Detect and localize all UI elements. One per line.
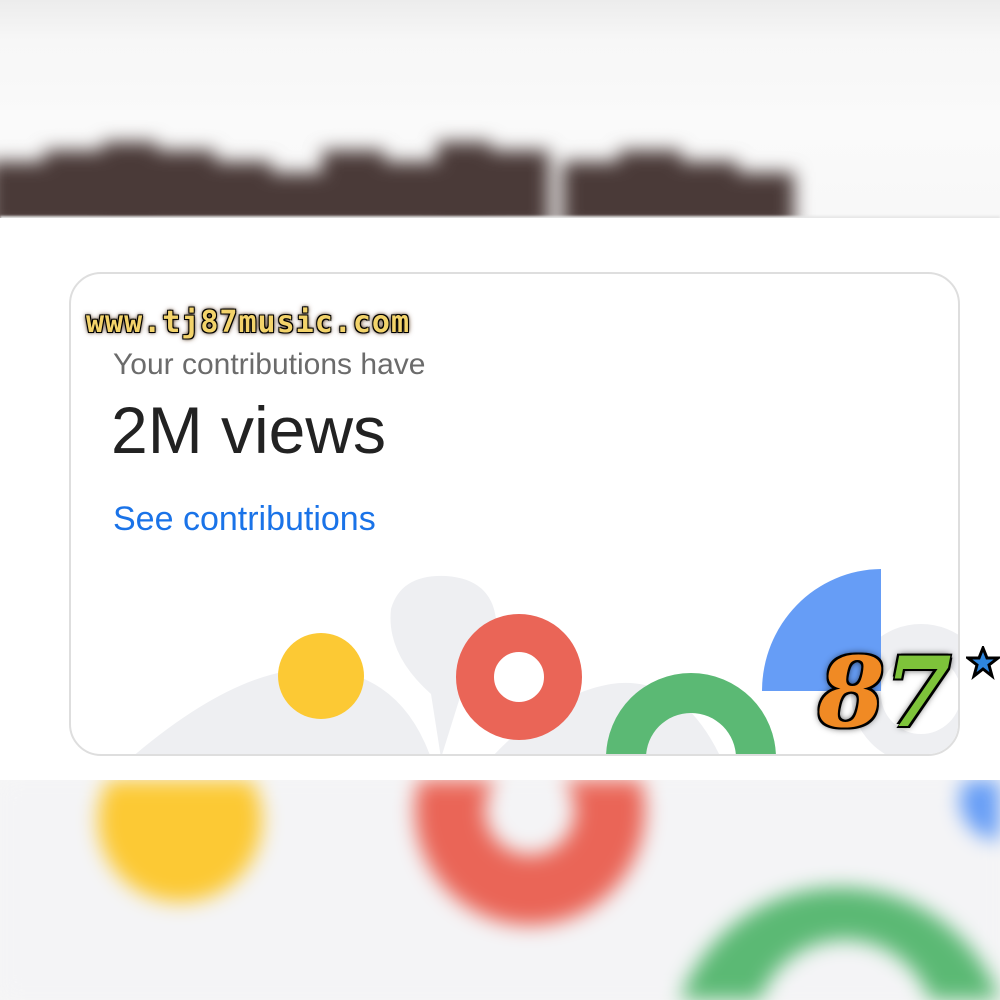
red-ring-shape — [456, 614, 582, 740]
screenshot-page: ▆▇█▇▆▅▇▆█▇ ▆▇▆▅ Your contributions have … — [0, 0, 1000, 1000]
blurred-header-band: ▆▇█▇▆▅▇▆█▇ ▆▇▆▅ — [0, 0, 1000, 218]
logo-digit-8: 8 — [818, 636, 885, 749]
yellow-circle-shape — [278, 633, 364, 719]
logo-digit-7: 7 — [884, 636, 952, 749]
blurred-footer-band — [0, 780, 1000, 1000]
see-contributions-link[interactable]: See contributions — [113, 500, 376, 539]
blurred-header-text: ▆▇█▇▆▅▇▆█▇ ▆▇▆▅ — [0, 143, 792, 218]
watermark-logo: 87 — [818, 636, 1000, 749]
contributions-subtitle: Your contributions have — [113, 348, 426, 381]
views-count: 2M views — [111, 393, 387, 467]
header-divider — [0, 216, 1000, 218]
blurred-footer-shapes — [0, 780, 1000, 1000]
watermark-url: www.tj87music.com — [86, 305, 411, 340]
star-icon — [966, 646, 1000, 680]
